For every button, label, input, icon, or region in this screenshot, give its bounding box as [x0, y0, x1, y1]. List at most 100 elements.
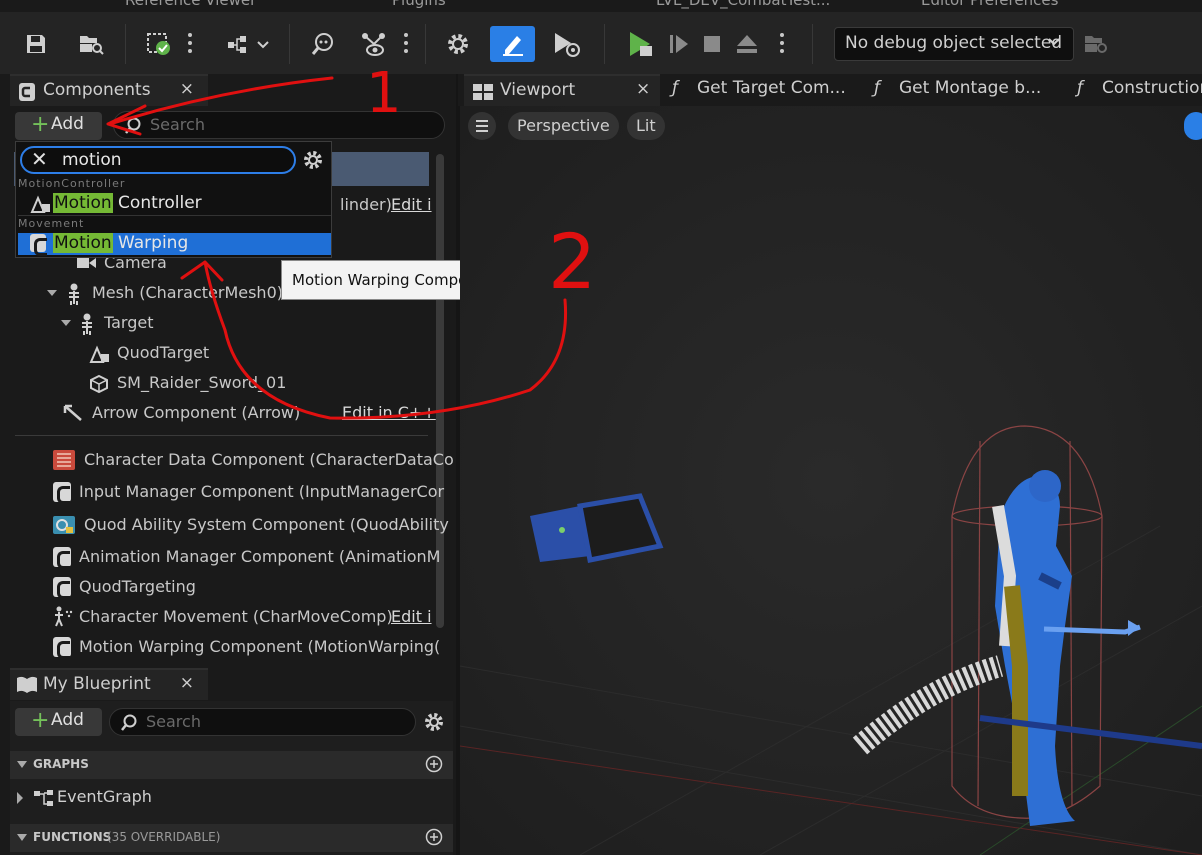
dropdown-item-motion-controller[interactable]: Motion Controller — [18, 193, 331, 215]
functions-note: (35 OVERRIDABLE) — [107, 830, 221, 844]
debug-filter-icon[interactable] — [356, 27, 392, 61]
match-highlight: Motion — [53, 193, 113, 213]
dropdown-category: Movement — [18, 217, 85, 230]
save-icon[interactable] — [18, 27, 54, 61]
event-graph-item[interactable]: EventGraph — [10, 784, 453, 812]
close-icon[interactable]: × — [180, 79, 194, 99]
tree-row-arrow[interactable]: Arrow Component (Arrow) Edit in C++ — [15, 398, 436, 428]
top-strip-item[interactable]: Plugins — [392, 0, 446, 9]
add-function-icon[interactable] — [425, 828, 443, 846]
tree-row-sword[interactable]: SM_Raider_Sword_01 — [15, 368, 428, 398]
step-icon[interactable] — [660, 27, 696, 61]
add-blueprint-button[interactable]: + Add — [15, 708, 102, 736]
compile-icon[interactable] — [141, 27, 177, 61]
components-icon — [18, 82, 36, 102]
toolbar: No debug object selected — [0, 12, 1202, 74]
component-row[interactable]: Quod Ability System Component (QuodAbili… — [15, 510, 449, 540]
scene-component-icon — [89, 344, 111, 364]
close-icon[interactable]: × — [180, 673, 194, 693]
component-row[interactable]: Motion Warping Component (MotionWarping( — [15, 632, 440, 662]
viewport[interactable]: Perspective Lit — [460, 106, 1202, 855]
gear-icon[interactable] — [423, 711, 445, 733]
gear-icon[interactable] — [302, 149, 324, 171]
tree-row-label: QuodTarget — [117, 343, 210, 362]
debug-browse-icon[interactable] — [1078, 27, 1114, 61]
tree-row-quodtarget[interactable]: QuodTarget — [15, 338, 428, 368]
dropdown-category: MotionController — [18, 177, 126, 190]
my-blueprint-title: My Blueprint — [43, 674, 151, 694]
settings-icon[interactable] — [440, 27, 476, 61]
add-blueprint-label: Add — [51, 710, 84, 730]
functions-section[interactable]: FUNCTIONS (35 OVERRIDABLE) — [10, 824, 453, 852]
expand-arrow-icon — [16, 792, 24, 804]
tab-components[interactable]: Components × — [10, 74, 208, 106]
ability-icon — [52, 514, 76, 536]
component-label: QuodTargeting — [79, 577, 196, 596]
debug-object-label: No debug object selected — [845, 33, 1063, 53]
eject-icon[interactable] — [729, 27, 765, 61]
camera-icon — [77, 256, 97, 270]
components-search-input[interactable]: Search — [113, 111, 445, 139]
perspective-button[interactable]: Perspective — [508, 112, 619, 140]
camera-speed-icon[interactable] — [1184, 112, 1202, 140]
clear-search-icon[interactable]: ✕ — [31, 147, 48, 171]
top-strip: Reference Viewer Plugins LVL_DEV_CombatT… — [0, 0, 1202, 12]
static-mesh-icon — [89, 374, 109, 394]
debug-options-icon[interactable] — [404, 33, 408, 53]
component-row[interactable]: Animation Manager Component (AnimationM — [15, 542, 440, 572]
component-row[interactable]: Input Manager Component (InputManagerCor — [15, 477, 444, 507]
dropdown-item-motion-warping[interactable]: Motion Warping — [18, 233, 331, 256]
simulation-icon[interactable] — [548, 27, 584, 61]
edit-link[interactable]: Edit i — [391, 607, 432, 626]
debug-object-select[interactable]: No debug object selected — [834, 27, 1074, 61]
editor-tabs: Viewport × ƒ Get Target Com... ƒ Get Mon… — [458, 74, 1202, 106]
function-icon: ƒ — [874, 78, 880, 98]
component-row[interactable]: Character Data Component (CharacterDataC… — [15, 445, 454, 475]
tab-construction[interactable]: ƒ Construction — [1075, 74, 1202, 106]
tab-get-montage[interactable]: ƒ Get Montage b... — [872, 74, 1062, 106]
find-icon[interactable] — [305, 27, 341, 61]
plus-icon: + — [31, 112, 50, 137]
diff-icon[interactable] — [222, 27, 272, 61]
event-graph-label: EventGraph — [57, 787, 152, 806]
close-icon[interactable]: × — [636, 79, 650, 99]
movement-icon — [52, 606, 74, 628]
tab-my-blueprint[interactable]: My Blueprint × — [10, 668, 208, 700]
blueprint-search-placeholder: Search — [146, 712, 201, 731]
component-label: Animation Manager Component (AnimationM — [79, 547, 441, 566]
add-graph-icon[interactable] — [425, 755, 443, 773]
viewport-menu-icon[interactable] — [468, 112, 496, 140]
blueprint-search-input[interactable]: Search — [109, 708, 416, 736]
data-book-icon — [52, 449, 76, 471]
tab-viewport[interactable]: Viewport × — [464, 74, 660, 106]
top-strip-item[interactable]: LVL_DEV_CombatTest... — [656, 0, 830, 9]
edit-link[interactable]: Edit in C++ — [342, 403, 436, 422]
tree-row-target[interactable]: Target — [15, 308, 428, 338]
dropdown-search-input[interactable]: ✕ motion — [20, 146, 296, 174]
edit-link[interactable]: Edit i — [391, 195, 432, 214]
add-component-label: Add — [51, 114, 84, 134]
top-strip-item[interactable]: Reference Viewer — [125, 0, 256, 9]
add-component-button[interactable]: + Add — [15, 112, 102, 140]
play-icon[interactable] — [620, 27, 660, 61]
lit-button[interactable]: Lit — [627, 112, 665, 140]
expand-arrow-icon — [47, 288, 57, 298]
event-graph-icon — [34, 790, 54, 806]
graphs-section[interactable]: GRAPHS — [10, 751, 453, 779]
component-row[interactable]: Character Movement (CharMoveComp) Edit i — [15, 602, 432, 632]
stop-icon[interactable] — [694, 27, 730, 61]
viewport-scene — [460, 106, 1202, 855]
expand-arrow-icon — [61, 318, 71, 328]
browse-icon[interactable] — [73, 27, 109, 61]
add-component-dropdown: ✕ motion MotionController Motion Control… — [15, 141, 332, 258]
function-icon: ƒ — [672, 78, 678, 98]
components-search-placeholder: Search — [150, 115, 205, 134]
component-row[interactable]: QuodTargeting — [15, 572, 428, 602]
book-icon — [16, 676, 38, 694]
tab-label: Get Target Com... — [697, 78, 846, 98]
compile-options-icon[interactable] — [188, 33, 192, 53]
edit-defaults-icon[interactable] — [490, 26, 535, 62]
tab-get-target[interactable]: ƒ Get Target Com... — [670, 74, 860, 106]
play-options-icon[interactable] — [780, 33, 784, 53]
top-strip-item[interactable]: Editor Preferences — [921, 0, 1058, 9]
